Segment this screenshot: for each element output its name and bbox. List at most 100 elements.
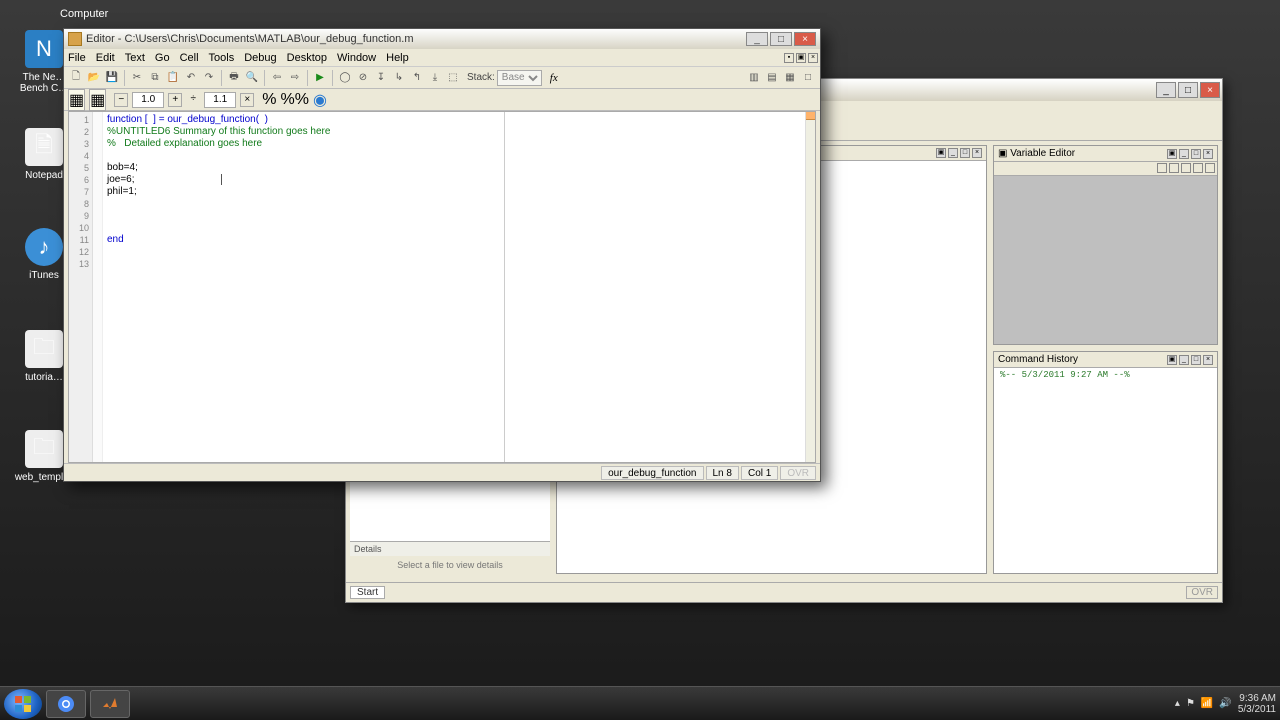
publish-icon[interactable]: ◉ xyxy=(313,90,327,110)
menu-window[interactable]: Window xyxy=(337,52,376,64)
editor-cell-toolbar[interactable]: ▦ ▦ − 1.0 + ÷ 1.1 × % %% ◉ xyxy=(64,89,820,111)
panel-min-icon[interactable]: _ xyxy=(1179,355,1189,365)
multiply-value[interactable]: 1.1 xyxy=(204,92,236,108)
open-file-icon[interactable]: 📂 xyxy=(86,70,102,86)
panel-close-icon[interactable]: × xyxy=(1203,149,1213,159)
close-button[interactable]: × xyxy=(1200,82,1220,98)
tray-volume-icon[interactable]: 🔊 xyxy=(1219,698,1231,709)
tile-icon[interactable]: ▦ xyxy=(782,70,798,86)
panel-max-icon[interactable]: □ xyxy=(1191,355,1201,365)
editor-menubar[interactable]: File Edit Text Go Cell Tools Debug Deskt… xyxy=(64,49,820,67)
panel-close-icon[interactable]: × xyxy=(972,148,982,158)
code-analyzer-indicator[interactable] xyxy=(806,112,815,120)
step-out-icon[interactable]: ↰ xyxy=(409,70,425,86)
ve-tool-icon[interactable] xyxy=(1193,163,1203,173)
tile-icon[interactable]: □ xyxy=(800,70,816,86)
multiply-button[interactable]: × xyxy=(240,93,254,107)
copy-icon[interactable]: ⧉ xyxy=(147,70,163,86)
details-header[interactable]: Details xyxy=(350,541,550,556)
stack-select[interactable]: Base xyxy=(497,70,542,86)
minimize-button[interactable]: _ xyxy=(746,32,768,46)
step-in-icon[interactable]: ↳ xyxy=(391,70,407,86)
set-breakpoint-icon[interactable]: ◯ xyxy=(337,70,353,86)
tile-icon[interactable]: ▤ xyxy=(764,70,780,86)
panel-max-icon[interactable]: □ xyxy=(1191,149,1201,159)
history-entry[interactable]: %-- 5/3/2011 9:27 AM --% xyxy=(994,368,1217,382)
tray-chevron-icon[interactable]: ▴ xyxy=(1175,698,1180,709)
menu-tools[interactable]: Tools xyxy=(209,52,235,64)
panel-dock-icon[interactable]: ▣ xyxy=(1167,355,1177,365)
close-doc-icon[interactable]: × xyxy=(808,53,818,63)
menu-help[interactable]: Help xyxy=(386,52,409,64)
panel-dock-icon[interactable]: ▣ xyxy=(936,148,946,158)
doc-toggle-icon[interactable]: ▪ xyxy=(784,53,794,63)
variable-editor-panel[interactable]: ▣ Variable Editor ▣_□× xyxy=(993,145,1218,345)
panel-close-icon[interactable]: × xyxy=(1203,355,1213,365)
editor-window[interactable]: Editor - C:\Users\Chris\Documents\MATLAB… xyxy=(63,28,821,482)
taskbar-matlab[interactable] xyxy=(90,690,130,718)
maximize-button[interactable]: □ xyxy=(1178,82,1198,98)
code-analyzer-bar[interactable] xyxy=(805,112,815,462)
tray-network-icon[interactable]: 📶 xyxy=(1201,698,1213,709)
tray-time[interactable]: 9:36 AM xyxy=(1238,693,1276,704)
taskbar[interactable]: ▴ ⚑ 📶 🔊 9:36 AM 5/3/2011 xyxy=(0,686,1280,720)
cell-tool-icon[interactable]: %% xyxy=(280,91,308,109)
increment-button[interactable]: + xyxy=(168,93,182,107)
maximize-button[interactable]: □ xyxy=(770,32,792,46)
cut-icon[interactable]: ✂ xyxy=(129,70,145,86)
editor-toolbar[interactable]: 🗋 📂 💾 ✂ ⧉ 📋 ↶ ↷ 🖶 🔍 ⇦ ⇨ ▶ ◯ ⊘ ↧ ↳ ↰ ⤓ ⬚ … xyxy=(64,67,820,89)
menu-desktop[interactable]: Desktop xyxy=(287,52,327,64)
exit-debug-icon[interactable]: ⬚ xyxy=(445,70,461,86)
menu-text[interactable]: Text xyxy=(125,52,145,64)
start-orb[interactable] xyxy=(4,689,42,719)
back-icon[interactable]: ⇦ xyxy=(269,70,285,86)
ve-tool-icon[interactable] xyxy=(1205,163,1215,173)
tile-icon[interactable]: ▥ xyxy=(746,70,762,86)
cell-tool-icon[interactable]: % xyxy=(262,91,276,109)
menu-cell[interactable]: Cell xyxy=(180,52,199,64)
tray-flag-icon[interactable]: ⚑ xyxy=(1186,698,1195,709)
print-icon[interactable]: 🖶 xyxy=(226,70,242,86)
menu-file[interactable]: File xyxy=(68,52,86,64)
redo-icon[interactable]: ↷ xyxy=(201,70,217,86)
new-file-icon[interactable]: 🗋 xyxy=(68,70,84,86)
code-editor[interactable]: function [ ] = our_debug_function( )%UNT… xyxy=(103,112,504,462)
step-icon[interactable]: ↧ xyxy=(373,70,389,86)
cell-eval-icon[interactable]: ▦ xyxy=(68,89,85,111)
ve-tool-icon[interactable] xyxy=(1157,163,1167,173)
close-button[interactable]: × xyxy=(794,32,816,46)
continue-icon[interactable]: ⤓ xyxy=(427,70,443,86)
line-number-gutter[interactable]: 12345678910111213 xyxy=(69,112,93,462)
panel-min-icon[interactable]: _ xyxy=(1179,149,1189,159)
find-icon[interactable]: 🔍 xyxy=(244,70,260,86)
fold-gutter[interactable] xyxy=(93,112,103,462)
paste-icon[interactable]: 📋 xyxy=(165,70,181,86)
fx-icon[interactable]: fx xyxy=(550,72,558,84)
editor-titlebar[interactable]: Editor - C:\Users\Chris\Documents\MATLAB… xyxy=(64,29,820,49)
tray-date[interactable]: 5/3/2011 xyxy=(1238,704,1276,715)
undo-icon[interactable]: ↶ xyxy=(183,70,199,86)
run-icon[interactable]: ▶ xyxy=(312,70,328,86)
command-history-panel[interactable]: Command History ▣_□× %-- 5/3/2011 9:27 A… xyxy=(993,351,1218,574)
menu-edit[interactable]: Edit xyxy=(96,52,115,64)
cell-eval-advance-icon[interactable]: ▦ xyxy=(89,89,106,111)
panel-max-icon[interactable]: □ xyxy=(960,148,970,158)
editor-title: Editor - C:\Users\Chris\Documents\MATLAB… xyxy=(86,33,744,45)
start-button[interactable]: Start xyxy=(350,586,385,599)
menu-debug[interactable]: Debug xyxy=(244,52,276,64)
ve-tool-icon[interactable] xyxy=(1169,163,1179,173)
ve-tool-icon[interactable] xyxy=(1181,163,1191,173)
dock-icon[interactable]: ▣ xyxy=(796,53,806,63)
panel-min-icon[interactable]: _ xyxy=(948,148,958,158)
increment-value[interactable]: 1.0 xyxy=(132,92,164,108)
decrement-button[interactable]: − xyxy=(114,93,128,107)
forward-icon[interactable]: ⇨ xyxy=(287,70,303,86)
panel-dock-icon[interactable]: ▣ xyxy=(1167,149,1177,159)
clear-breakpoint-icon[interactable]: ⊘ xyxy=(355,70,371,86)
minimize-button[interactable]: _ xyxy=(1156,82,1176,98)
taskbar-chrome[interactable] xyxy=(46,690,86,718)
menu-go[interactable]: Go xyxy=(155,52,170,64)
editor-split-right[interactable] xyxy=(505,112,805,462)
system-tray[interactable]: ▴ ⚑ 📶 🔊 9:36 AM 5/3/2011 xyxy=(1175,693,1276,715)
save-icon[interactable]: 💾 xyxy=(104,70,120,86)
